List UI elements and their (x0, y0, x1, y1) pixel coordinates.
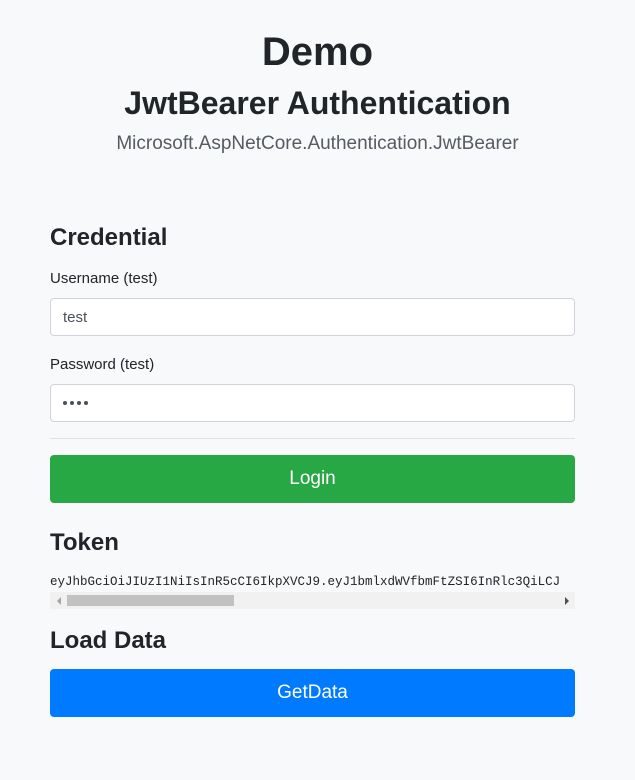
divider (50, 438, 575, 439)
credential-section: Credential (50, 223, 575, 253)
token-heading: Token (50, 529, 119, 556)
getdata-button[interactable]: GetData (50, 669, 575, 717)
login-button[interactable]: Login (50, 455, 575, 503)
credential-heading: Credential (50, 224, 168, 251)
username-input[interactable]: test (50, 298, 575, 336)
token-horizontal-scrollbar[interactable] (50, 592, 575, 609)
username-label: Username (test) (50, 270, 158, 287)
package-name: Microsoft.AspNetCore.Authentication.JwtB… (116, 133, 519, 154)
page-subtitle: JwtBearer Authentication (124, 85, 511, 121)
scrollbar-thumb[interactable] (67, 595, 234, 606)
password-input[interactable] (50, 384, 575, 422)
load-data-section: Load Data (50, 626, 575, 656)
page: Demo JwtBearer Authentication Microsoft.… (0, 0, 635, 780)
scroll-right-arrow-icon[interactable] (558, 592, 575, 609)
password-label: Password (test) (50, 356, 155, 373)
token-value: eyJhbGciOiJIUzI1NiIsInR5cCI6IkpXVCJ9.eyJ… (50, 575, 561, 589)
page-title: Demo (261, 30, 374, 74)
token-scroll-container[interactable]: eyJhbGciOiJIUzI1NiIsInR5cCI6IkpXVCJ9.eyJ… (50, 572, 575, 609)
page-header: Demo JwtBearer Authentication Microsoft.… (0, 30, 635, 156)
token-section: Token (50, 528, 575, 558)
password-mask (63, 401, 88, 405)
username-value: test (63, 308, 88, 326)
load-data-heading: Load Data (50, 627, 167, 654)
scroll-left-arrow-icon[interactable] (50, 592, 67, 609)
